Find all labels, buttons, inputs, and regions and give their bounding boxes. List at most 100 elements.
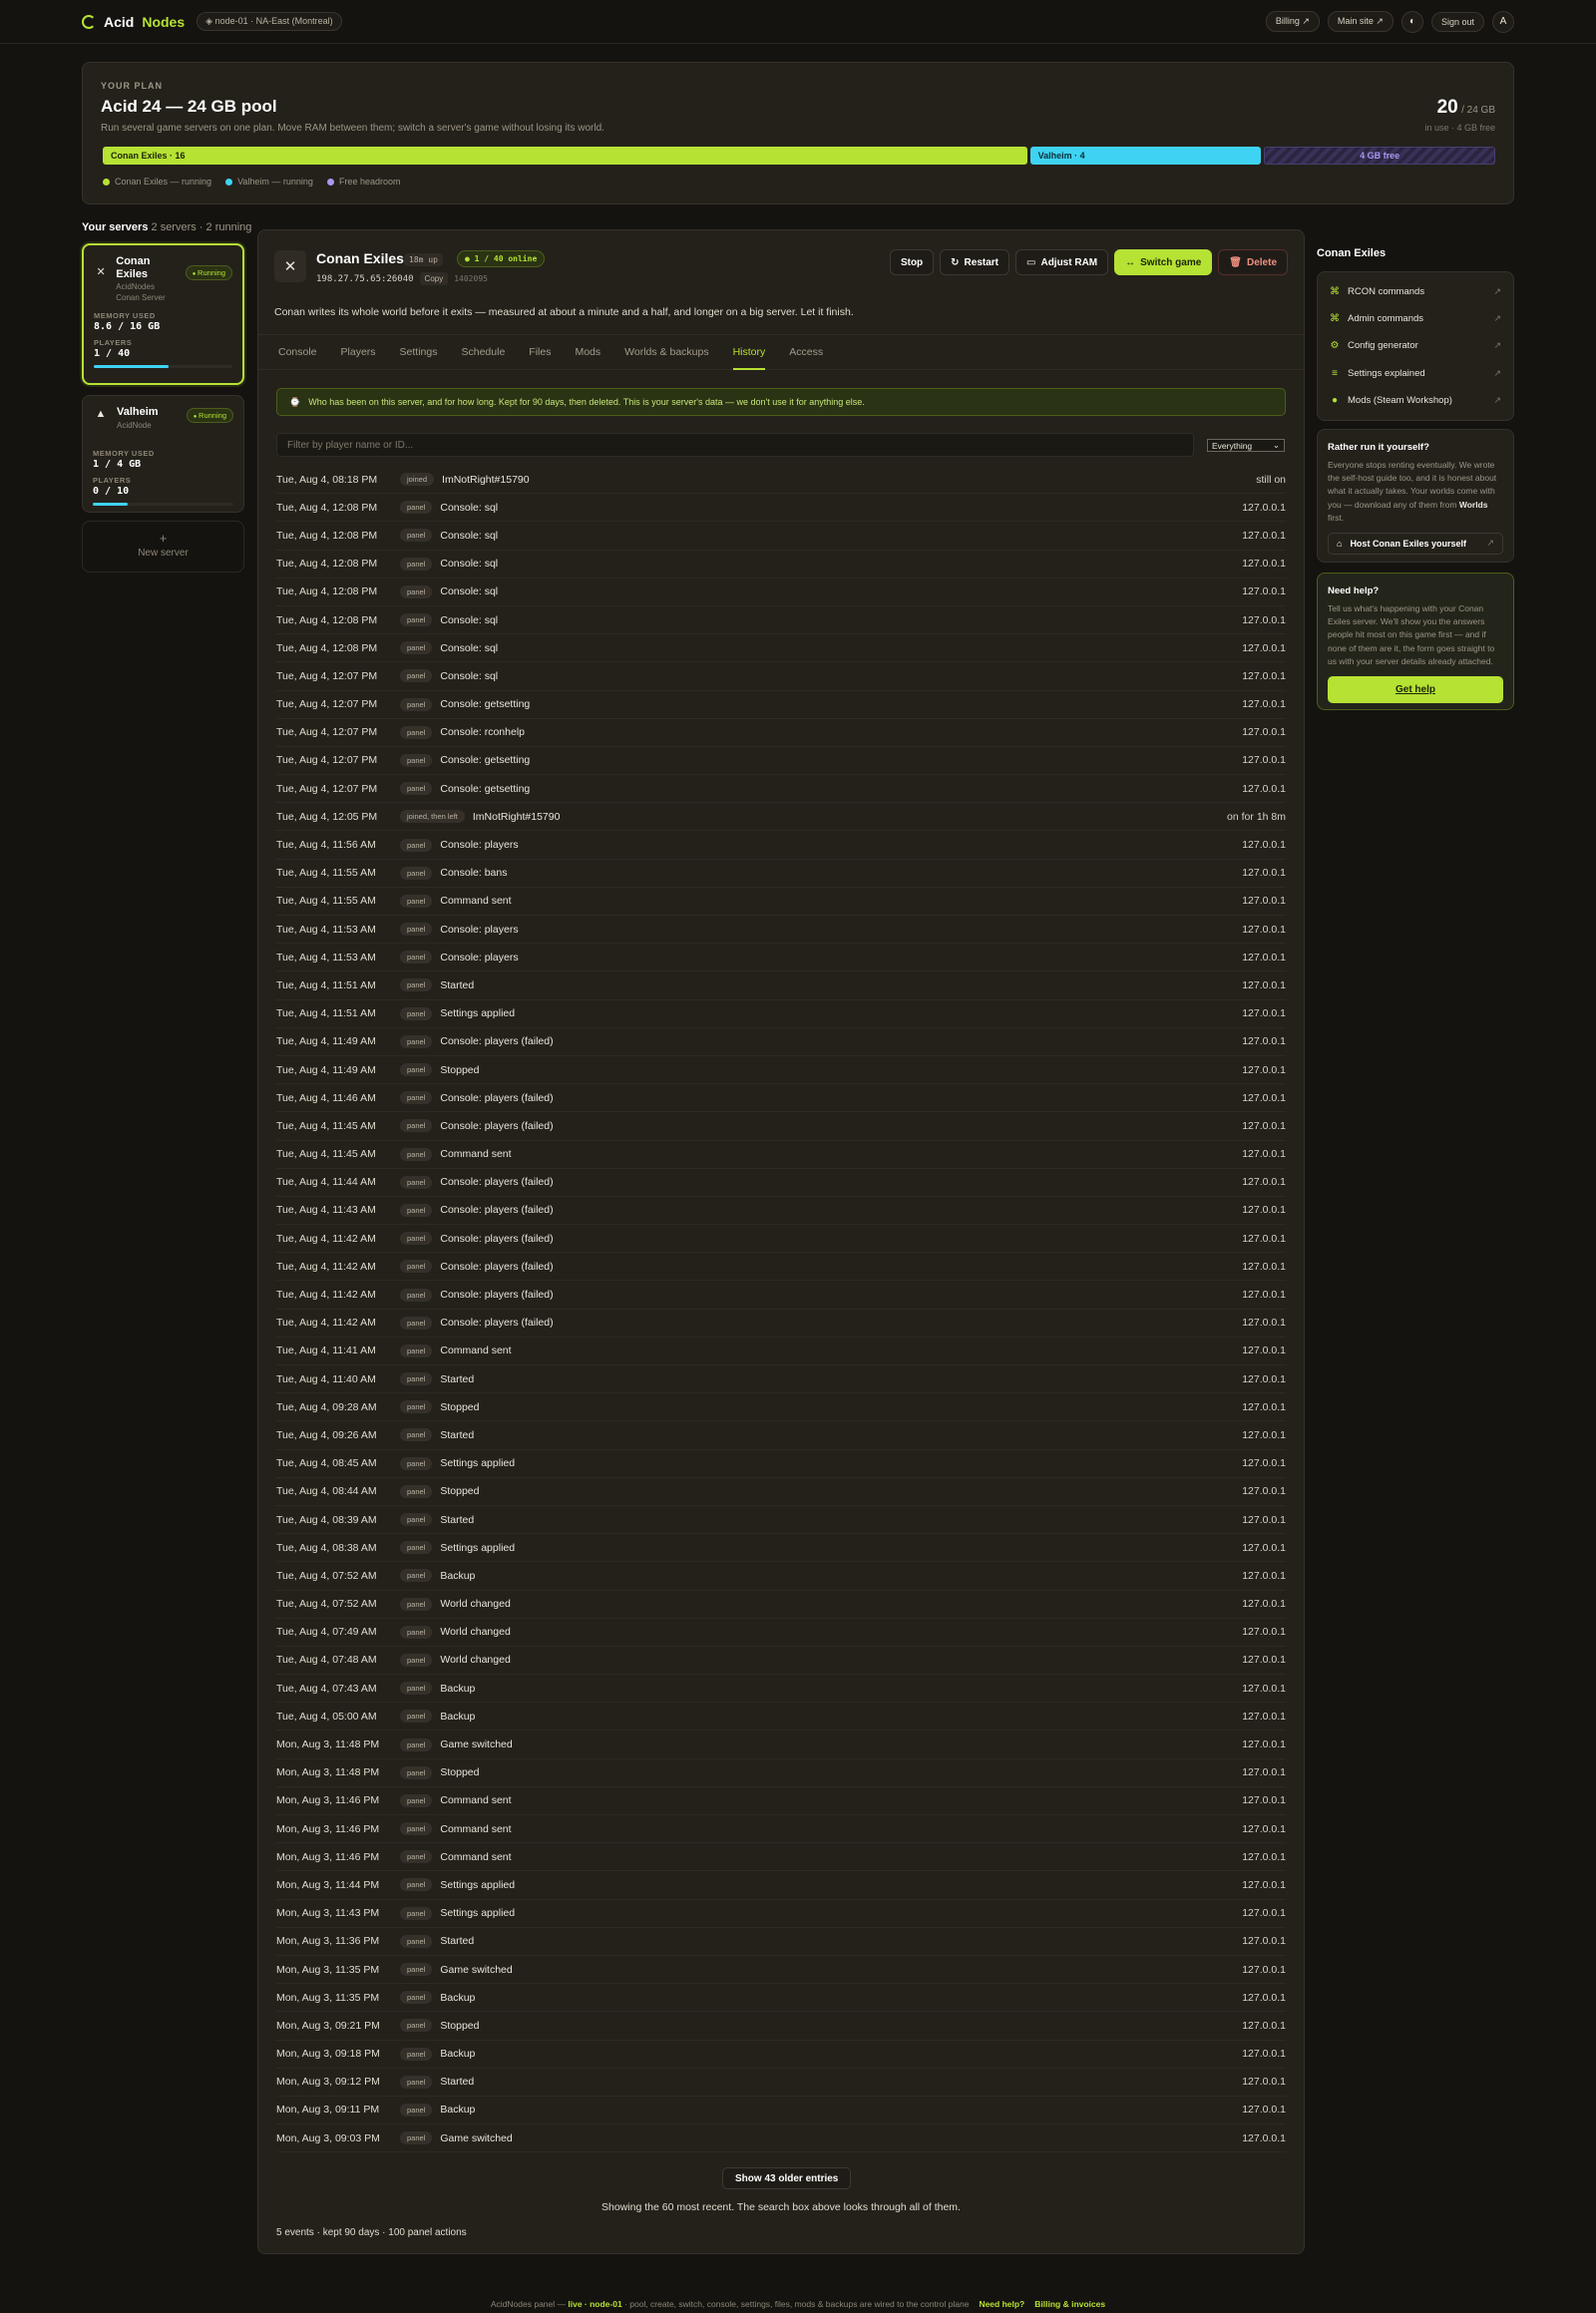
- history-row: Tue, Aug 4, 08:45 AM panel Settings applie…: [276, 1450, 1286, 1478]
- tool-label: Settings explained: [1348, 367, 1425, 379]
- stop-button[interactable]: Stop: [889, 249, 935, 275]
- tool-icon: ≡: [1332, 367, 1338, 379]
- history-timestamp: Tue, Aug 4, 12:07 PM: [276, 698, 378, 711]
- history-row: Tue, Aug 4, 12:08 PM panel Console: sql 127…: [276, 522, 1286, 551]
- worlds-link[interactable]: Worlds: [1459, 500, 1488, 510]
- history-timestamp: Tue, Aug 4, 12:07 PM: [276, 726, 378, 739]
- self-host-button[interactable]: ⌂ Host Conan Exiles yourself ↗: [1328, 532, 1503, 555]
- history-source: 127.0.0.1: [1242, 1682, 1286, 1695]
- server-type: Conan Server: [116, 292, 166, 302]
- theme-toggle-icon[interactable]: ◐: [1400, 10, 1423, 33]
- main-site-link[interactable]: Main site ↗: [1327, 11, 1394, 32]
- tool-label: Config generator: [1348, 340, 1418, 352]
- tool-link-config-generator[interactable]: ⚙ Config generator ↗: [1318, 332, 1513, 359]
- history-source: 127.0.0.1: [1242, 1119, 1286, 1132]
- tab-access[interactable]: Access: [789, 335, 823, 370]
- tool-link-settings-explained[interactable]: ≡ Settings explained ↗: [1318, 360, 1513, 387]
- history-event: Console: sql: [440, 558, 499, 571]
- tab-worlds-backups[interactable]: Worlds & backups: [624, 335, 708, 370]
- app-id: 1402095: [454, 274, 488, 283]
- history-source: 127.0.0.1: [1242, 1710, 1286, 1723]
- history-event: Stopped: [440, 1485, 480, 1498]
- history-source: on for 1h 8m: [1227, 810, 1286, 823]
- history-event: Backup: [440, 2048, 476, 2061]
- footer-billing-link[interactable]: Billing & invoices: [1034, 2299, 1105, 2309]
- tool-link-mods-steam-workshop[interactable]: ● Mods (Steam Workshop) ↗: [1318, 387, 1513, 414]
- history-event: Settings applied: [440, 1878, 516, 1891]
- history-event: Backup: [440, 1991, 476, 2004]
- history-timestamp: Tue, Aug 4, 11:51 AM: [276, 1007, 376, 1020]
- history-row: Tue, Aug 4, 11:56 AM panel Console: player…: [276, 831, 1286, 860]
- external-link-icon: ↗: [1493, 313, 1501, 324]
- history-source: 127.0.0.1: [1242, 726, 1286, 739]
- tab-settings[interactable]: Settings: [400, 335, 438, 370]
- history-row: Tue, Aug 4, 11:51 AM panel Started 127.0.0.…: [276, 971, 1286, 1000]
- history-source: 127.0.0.1: [1242, 1935, 1286, 1948]
- memory-value: 8.6 / 16 GB: [94, 321, 161, 333]
- history-row: Mon, Aug 3, 11:35 PM panel Backup 127.0.0.1: [276, 1984, 1286, 2013]
- copy-ip-button[interactable]: Copy: [419, 272, 449, 285]
- history-source: 127.0.0.1: [1242, 1457, 1286, 1470]
- history-timestamp: Tue, Aug 4, 11:44 AM: [276, 1176, 376, 1189]
- history-source: 127.0.0.1: [1242, 2019, 1286, 2032]
- sign-out-button[interactable]: Sign out: [1430, 11, 1484, 32]
- memory-value: 1 / 4 GB: [93, 459, 142, 471]
- history-source: 127.0.0.1: [1242, 529, 1286, 542]
- history-event: Backup: [440, 1710, 476, 1723]
- history-kind-select[interactable]: Everything ⌄: [1207, 439, 1285, 452]
- ram-segment: Conan Exiles · 16: [103, 147, 1027, 165]
- clock-icon: ⌚: [289, 396, 301, 407]
- brand-logo-link[interactable]: Acid Nodes: [82, 14, 185, 30]
- history-source: 127.0.0.1: [1242, 698, 1286, 711]
- history-timestamp: Tue, Aug 4, 12:08 PM: [276, 529, 378, 542]
- get-help-button[interactable]: Get help: [1328, 675, 1503, 703]
- tree-icon: ▲: [95, 408, 107, 420]
- delete-button[interactable]: 🗑 Delete: [1218, 249, 1288, 275]
- new-server-button[interactable]: + New server: [82, 521, 244, 573]
- switch-game-label: Switch game: [1140, 256, 1202, 268]
- legend-label: Free headroom: [338, 177, 401, 187]
- history-filter-input[interactable]: [276, 433, 1194, 457]
- footer-help-link[interactable]: Need help?: [979, 2299, 1024, 2309]
- server-card-conan-exiles[interactable]: ✕ Conan Exiles AcidNodes Conan Server Ru…: [82, 243, 244, 385]
- history-kind-badge: panel: [400, 1288, 433, 1302]
- switch-game-button[interactable]: ↔ Switch game: [1114, 249, 1213, 275]
- tool-link-admin-commands[interactable]: ⌘ Admin commands ↗: [1318, 305, 1513, 332]
- history-timestamp: Mon, Aug 3, 11:46 PM: [276, 1822, 380, 1835]
- avatar[interactable]: A: [1492, 10, 1514, 33]
- restart-button[interactable]: ↻ Restart: [940, 249, 1010, 275]
- tool-label: Admin commands: [1348, 313, 1424, 325]
- tool-icon: ⌘: [1330, 313, 1340, 325]
- history-event: Console: sql: [440, 585, 499, 598]
- show-older-button[interactable]: Show 43 older entries: [722, 2167, 852, 2189]
- history-timestamp: Tue, Aug 4, 08:18 PM: [276, 473, 378, 486]
- history-row: Mon, Aug 3, 09:21 PM panel Stopped 127.0.0.…: [276, 2012, 1286, 2041]
- plan-kicker: YOUR PLAN: [101, 81, 164, 91]
- history-kind-badge: panel: [400, 1203, 433, 1217]
- history-kind-badge: panel: [400, 584, 433, 598]
- history-source: 127.0.0.1: [1242, 1091, 1286, 1104]
- history-event: Console: rconhelp: [440, 726, 525, 739]
- tab-players[interactable]: Players: [341, 335, 376, 370]
- history-event: Settings applied: [440, 1007, 516, 1020]
- billing-link[interactable]: Billing ↗: [1265, 11, 1320, 32]
- tab-mods[interactable]: Mods: [575, 335, 600, 370]
- history-kind-badge: panel: [400, 1147, 433, 1161]
- servers-heading: Your servers 2 servers · 2 running: [82, 221, 251, 233]
- tool-label: Mods (Steam Workshop): [1348, 394, 1452, 406]
- tab-history[interactable]: History: [732, 335, 766, 370]
- history-event: Console: players (failed): [440, 1035, 554, 1048]
- history-row: Tue, Aug 4, 12:07 PM panel Console: getset…: [276, 691, 1286, 719]
- tool-link-rcon-commands[interactable]: ⌘ RCON commands ↗: [1318, 278, 1513, 305]
- history-timestamp: Tue, Aug 4, 07:52 AM: [276, 1598, 377, 1611]
- history-list: Tue, Aug 4, 08:18 PM joined ImNotRight#157…: [276, 466, 1286, 2153]
- adjust-ram-button[interactable]: ▭ Adjust RAM: [1015, 249, 1109, 275]
- history-timestamp: Tue, Aug 4, 11:53 AM: [276, 923, 376, 936]
- history-timestamp: Tue, Aug 4, 11:42 AM: [276, 1317, 376, 1330]
- tab-console[interactable]: Console: [278, 335, 317, 370]
- history-source: 127.0.0.1: [1242, 1541, 1286, 1554]
- tab-schedule[interactable]: Schedule: [462, 335, 506, 370]
- online-badge: ● 1 / 40 online: [457, 250, 546, 267]
- server-card-valheim[interactable]: ▲ Valheim AcidNode Running MEMORY USED 1…: [82, 395, 244, 513]
- tab-files[interactable]: Files: [529, 335, 551, 370]
